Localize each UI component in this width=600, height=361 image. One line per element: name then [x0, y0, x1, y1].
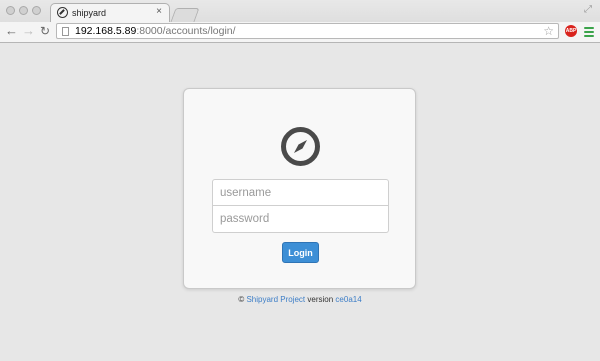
window-zoom-dot[interactable] — [32, 6, 41, 15]
login-form — [212, 179, 389, 233]
compass-icon — [281, 127, 320, 166]
version-link[interactable]: ce0a14 — [335, 295, 361, 304]
star-icon[interactable]: ☆ — [543, 24, 554, 38]
login-button[interactable]: Login — [282, 242, 319, 263]
back-arrow-icon[interactable]: ← — [5, 24, 18, 38]
fullscreen-icon[interactable]: ⤢ — [584, 4, 592, 15]
version-label: version — [307, 295, 334, 304]
address-bar[interactable]: 192.168.5.89:8000/accounts/login/ ☆ — [56, 23, 559, 39]
browser-chrome: shipyard × ⤢ ← → ↻ 192.168.5.89:8000/acc… — [0, 0, 600, 43]
username-field[interactable] — [212, 179, 389, 206]
copyright-symbol: © — [238, 295, 245, 304]
password-field[interactable] — [212, 206, 389, 233]
login-card: Login — [183, 88, 416, 289]
footer: © Shipyard Project version ce0a14 — [0, 295, 600, 304]
forward-arrow-icon[interactable]: → — [22, 24, 35, 38]
url-text[interactable]: 192.168.5.89:8000/accounts/login/ — [75, 25, 236, 37]
reload-icon[interactable]: ↻ — [40, 24, 50, 38]
new-tab-button[interactable] — [170, 8, 200, 22]
browser-tab[interactable]: shipyard × — [50, 3, 170, 23]
hamburger-menu-icon[interactable] — [584, 27, 594, 39]
tab-title: shipyard — [72, 8, 107, 18]
window-minimize-dot[interactable] — [19, 6, 28, 15]
browser-toolbar: ← → ↻ 192.168.5.89:8000/accounts/login/ … — [0, 22, 600, 42]
tab-close-icon[interactable]: × — [156, 7, 162, 17]
window-close-dot[interactable] — [6, 6, 15, 15]
adblock-plus-icon[interactable]: ABP — [565, 25, 577, 37]
page-icon — [62, 27, 69, 36]
shipyard-project-link[interactable]: Shipyard Project — [246, 295, 305, 304]
page-viewport: Login © Shipyard Project version ce0a14 — [0, 43, 600, 361]
compass-favicon-icon — [57, 7, 68, 18]
